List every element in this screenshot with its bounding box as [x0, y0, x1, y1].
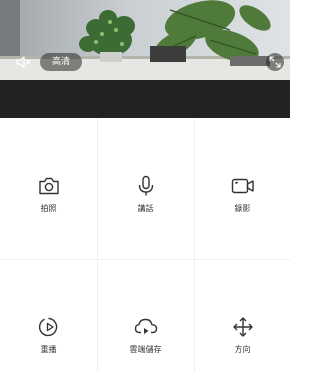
playback-icon — [37, 315, 61, 339]
mute-toggle-button[interactable] — [11, 52, 37, 72]
direction-label: 方向 — [234, 345, 251, 354]
playback-button[interactable]: 重播 — [0, 315, 97, 355]
talk-button[interactable]: 講話 — [97, 174, 194, 214]
fullscreen-button[interactable] — [266, 53, 284, 71]
cloud-storage-label: 雲端儲存 — [129, 345, 162, 354]
record-button[interactable]: 錄影 — [194, 174, 291, 214]
snapshot-button[interactable]: 拍照 — [0, 174, 97, 214]
cloud-play-icon — [134, 315, 158, 339]
talk-label: 講話 — [137, 204, 154, 213]
microphone-icon — [134, 174, 158, 198]
fullscreen-icon — [269, 56, 281, 68]
record-label: 錄影 — [234, 204, 251, 213]
grid-divider — [0, 259, 290, 260]
controls-grid: 拍照 講話 錄影 重播 雲端儲存 方向 — [0, 118, 290, 372]
preview-status-bar — [0, 80, 290, 118]
video-quality-button[interactable]: 高清 — [40, 53, 82, 71]
video-camera-icon — [231, 174, 255, 198]
speaker-muted-icon — [16, 56, 31, 68]
camera-preview[interactable]: 高清 — [0, 0, 290, 80]
snapshot-label: 拍照 — [40, 204, 57, 213]
cloud-storage-button[interactable]: 雲端儲存 — [97, 315, 194, 355]
camera-icon — [37, 174, 61, 198]
playback-label: 重播 — [40, 345, 57, 354]
direction-button[interactable]: 方向 — [194, 315, 291, 355]
direction-icon — [231, 315, 255, 339]
